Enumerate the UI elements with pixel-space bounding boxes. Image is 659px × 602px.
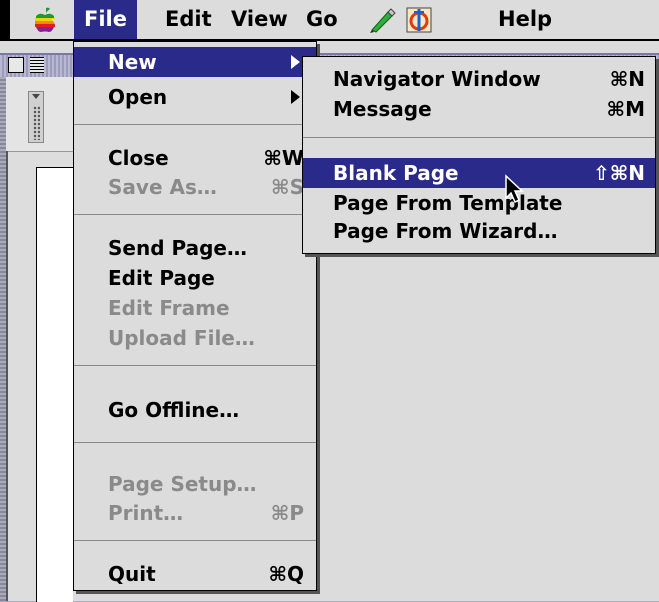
menu-separator <box>74 214 316 215</box>
menu-item-print: Print… ⌘P <box>74 498 316 528</box>
submenu-item-message[interactable]: Message ⌘M <box>303 94 655 124</box>
menu-item-edit-frame: Edit Frame <box>74 293 316 323</box>
menu-item-label: Open <box>108 85 168 109</box>
menu-item-close[interactable]: Close ⌘W <box>74 143 316 173</box>
menu-edit[interactable]: Edit <box>155 0 222 39</box>
menu-item-label: Edit Page <box>108 266 215 290</box>
composer-pen-icon[interactable] <box>368 6 396 34</box>
menu-item-label: New <box>108 50 157 74</box>
menu-item-label: Print… <box>108 501 184 525</box>
menu-item-label: Navigator Window <box>333 67 541 91</box>
submenu-item-blank-page[interactable]: Blank Page ⇧⌘N <box>303 158 655 188</box>
submenu-item-navigator-window[interactable]: Navigator Window ⌘N <box>303 64 655 94</box>
menu-item-label: Go Offline… <box>108 398 240 422</box>
menu-view[interactable]: View <box>221 0 298 39</box>
file-menu: New Open Close ⌘W Save As… ⌘S Send Page…… <box>73 41 317 591</box>
menu-item-shortcut: ⇧⌘N <box>592 161 645 185</box>
menu-item-page-setup: Page Setup… <box>74 469 316 499</box>
menu-item-upload-file: Upload File… <box>74 323 316 353</box>
menu-item-label: Close <box>108 146 169 170</box>
component-bar-icon[interactable] <box>405 6 433 34</box>
page-content-area[interactable] <box>36 167 73 602</box>
menu-item-label: Edit Frame <box>108 296 230 320</box>
menu-item-shortcut: ⌘N <box>609 67 645 91</box>
window-collapse-icon[interactable] <box>30 57 44 73</box>
menu-go[interactable]: Go <box>296 0 348 39</box>
submenu-item-page-from-wizard[interactable]: Page From Wizard… <box>303 216 655 246</box>
menu-item-shortcut: ⌘M <box>606 97 645 121</box>
grip-dots-icon <box>33 106 40 140</box>
disclosure-triangle-icon <box>32 94 40 99</box>
menu-item-label: Page Setup… <box>108 472 257 496</box>
menu-separator <box>303 137 655 138</box>
menu-item-go-offline[interactable]: Go Offline… <box>74 395 316 425</box>
window-edge-shadow <box>6 151 8 601</box>
menu-item-label: Page From Template <box>333 191 563 215</box>
menu-item-label: Upload File… <box>108 326 255 350</box>
menu-separator <box>74 540 316 541</box>
menu-item-shortcut: ⌘W <box>263 146 304 170</box>
menu-bar-corner <box>0 0 10 39</box>
menu-separator <box>74 124 316 125</box>
submenu-arrow-icon <box>291 55 300 69</box>
menu-item-label: Quit <box>108 562 156 586</box>
apple-icon[interactable] <box>32 6 58 34</box>
menu-item-shortcut: ⌘P <box>270 501 304 525</box>
submenu-arrow-icon <box>291 90 300 104</box>
new-submenu: Navigator Window ⌘N Message ⌘M Blank Pag… <box>302 56 656 254</box>
menu-item-label: Page From Wizard… <box>333 219 558 243</box>
menu-help[interactable]: Help <box>488 0 562 39</box>
menu-item-save-as: Save As… ⌘S <box>74 172 316 202</box>
menu-item-edit-page[interactable]: Edit Page <box>74 263 316 293</box>
menu-separator <box>74 365 316 366</box>
menu-item-shortcut: ⌘S <box>271 175 304 199</box>
menu-item-new[interactable]: New <box>74 47 316 77</box>
menu-bar: File Edit View Go Help <box>0 0 659 41</box>
close-box-icon[interactable] <box>8 57 24 73</box>
menu-item-label: Save As… <box>108 175 217 199</box>
menu-separator <box>74 442 316 443</box>
menu-item-shortcut: ⌘Q <box>268 562 304 586</box>
menu-item-label: Send Page… <box>108 236 247 260</box>
menu-item-label: Message <box>333 97 432 121</box>
mouse-cursor-icon <box>505 174 524 204</box>
toolbar-collapse-grip-icon[interactable] <box>28 91 44 143</box>
menu-item-label: Blank Page <box>333 161 459 185</box>
submenu-item-page-from-template[interactable]: Page From Template <box>303 188 655 218</box>
menu-item-open[interactable]: Open <box>74 82 316 112</box>
menu-item-quit[interactable]: Quit ⌘Q <box>74 559 316 589</box>
menu-item-send-page[interactable]: Send Page… <box>74 233 316 263</box>
menu-file[interactable]: File <box>74 0 137 39</box>
